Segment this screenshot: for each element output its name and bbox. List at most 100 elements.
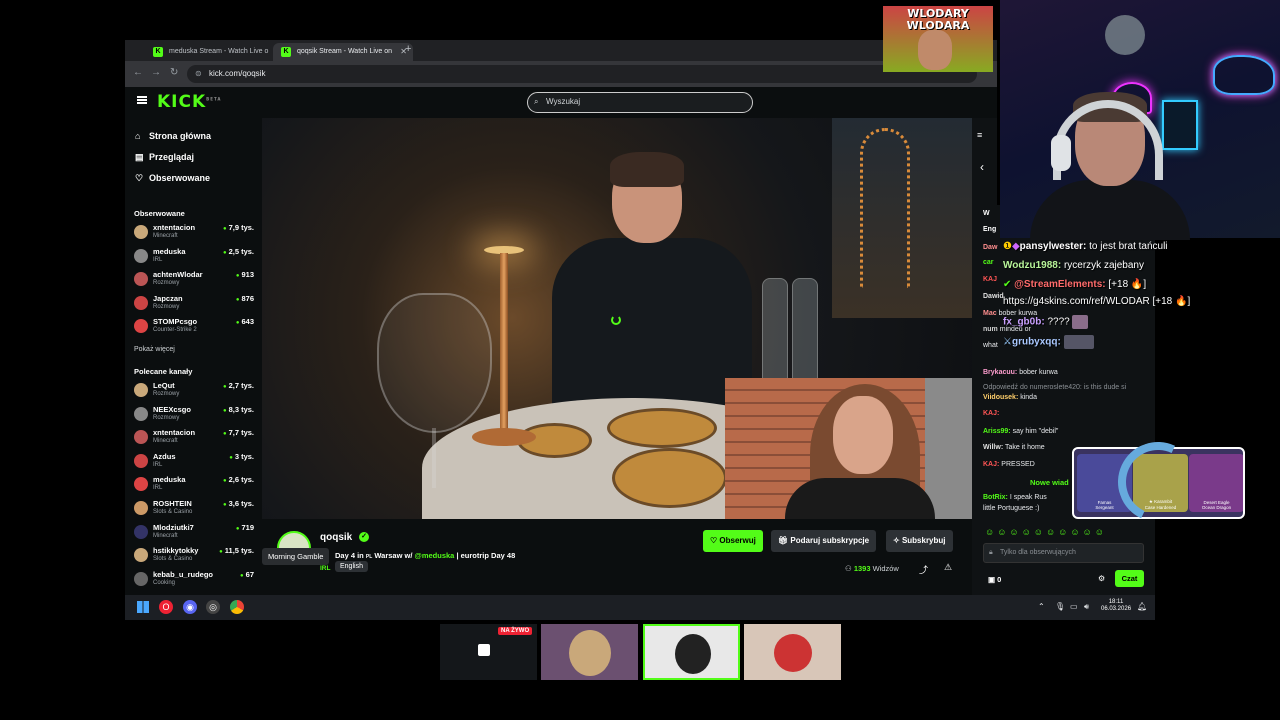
overlay-chat-text: [+18 🔥] (1108, 279, 1147, 290)
language-tag[interactable]: English (335, 561, 368, 572)
video-glass (377, 293, 492, 433)
gear-icon[interactable]: ⚙ (1098, 574, 1105, 583)
thumbnail-face (675, 634, 711, 674)
new-tab-icon[interactable]: + (405, 43, 411, 55)
url-field[interactable]: ⊜ kick.com/qoqsik (187, 65, 977, 83)
chat-message-bot: BotRix: I speak Rus (983, 494, 1047, 501)
volume-icon[interactable]: 🔊︎ (1084, 602, 1089, 612)
chat-user[interactable]: KAJ (983, 276, 997, 283)
chat-user[interactable]: Mac (983, 310, 997, 317)
avatar (134, 501, 148, 515)
chrome-icon[interactable] (230, 600, 244, 614)
tab-meduska[interactable]: K meduska Stream - Watch Live o ✕ (145, 43, 285, 61)
chat-user[interactable]: num (983, 326, 998, 333)
gift-icon: 🎁︎ (778, 536, 791, 545)
channel-item[interactable]: AzdusIRL 3 tys. (134, 452, 256, 474)
collapse-chat-icon[interactable]: ‹ (980, 160, 984, 174)
chat-user[interactable]: Viidousek: (983, 394, 1018, 401)
follow-button[interactable]: ♡ Obserwuj (703, 530, 763, 552)
chat-text: Odpowiedź do numeroslete420: is this dud… (983, 384, 1127, 391)
search-input[interactable]: ⌕ Wyszukaj (527, 92, 753, 113)
channel-category: Minecraft (153, 438, 178, 445)
viewer-count: 2,6 tys. (223, 475, 254, 484)
avatar (134, 524, 148, 539)
nav-following[interactable]: ♡ Obserwowane (135, 173, 210, 184)
streamer-name[interactable]: qoqsik (320, 532, 352, 543)
system-clock[interactable]: 18:11 06.03.2026 (1101, 599, 1131, 613)
microphone-icon[interactable]: 🎙︎ (1055, 602, 1065, 611)
channel-item[interactable]: achtenWlodarRozmowy 913 (134, 270, 256, 292)
nav-home[interactable]: ⌂ Strona główna (135, 131, 211, 141)
gift-subs-button[interactable]: 🎁︎ Podaruj subskrypcje (771, 530, 877, 552)
chat-input[interactable]: 🔒︎ Tylko dla obserwujących (983, 543, 1144, 563)
video-player[interactable] (262, 118, 972, 519)
notification-icon[interactable]: 🔔︎ (1137, 602, 1147, 611)
share-icon[interactable]: ⤴ (919, 563, 928, 576)
chat-user[interactable]: Willw: (983, 444, 1003, 451)
channel-item[interactable]: hstikkytokkySlots & Casino 11,5 tys. (134, 546, 256, 568)
gift-icon: ▣ (988, 575, 998, 584)
opera-icon[interactable]: O (159, 600, 173, 614)
chat-lang-snippet: Eng (983, 226, 997, 233)
kick-logo[interactable]: KICKBETA (157, 92, 221, 112)
tab-qoqsik[interactable]: K qoqsik Stream - Watch Live on ✕ (273, 43, 413, 61)
channel-item[interactable]: JapczanRozmowy 876 (134, 294, 256, 316)
forward-icon[interactable]: → (151, 67, 161, 78)
channel-item[interactable]: meduskaIRL 2,5 tys. (134, 247, 256, 269)
category-link[interactable]: IRL (320, 565, 330, 572)
chat-user[interactable]: KAJ: (983, 410, 999, 417)
video-bowl (612, 448, 727, 508)
channel-item[interactable]: NEEXcsgoRozmowy 8,3 tys. (134, 405, 256, 427)
channel-category: Rozmowy (153, 280, 180, 287)
channel-item[interactable]: meduskaIRL 2,6 tys. (134, 475, 256, 497)
channel-item[interactable]: xntentacionMinecraft 7,9 tys. (134, 223, 256, 245)
logo-text: KICK (157, 92, 207, 112)
chevron-up-icon[interactable]: ⌃ (1038, 602, 1045, 611)
chat-send-button[interactable]: Czat (1115, 570, 1144, 587)
channel-name: NEEXcsgo (153, 404, 191, 414)
chat-user[interactable]: Brykacuu: (983, 369, 1017, 376)
avatar (134, 383, 148, 397)
stream-thumbnail[interactable] (541, 624, 638, 680)
verified-icon: ✓ (359, 532, 369, 542)
overlay-chat-message: Wodzu1988: rycerzyk zajebany (1003, 260, 1144, 271)
channel-category: Rozmowy (153, 303, 180, 310)
back-icon[interactable]: ← (133, 67, 143, 78)
channel-item[interactable]: kebab_u_rudegoCooking 67 (134, 570, 256, 592)
nav-browse[interactable]: ▤ Przeglądaj (135, 152, 194, 163)
network-icon[interactable]: ▭ (1070, 602, 1078, 611)
overlay-chat-user: @StreamElements: (1014, 279, 1106, 290)
reload-icon[interactable]: ↻ (170, 67, 178, 78)
stream-thumbnail-active[interactable] (643, 624, 740, 680)
obs-icon[interactable]: ◎ (206, 600, 220, 614)
channel-name: xntentacion (153, 223, 196, 232)
chat-message: what (983, 342, 998, 349)
viewer-number: 1393 (853, 564, 871, 573)
theatre-mode-icon[interactable]: ≡ (977, 130, 982, 140)
report-icon[interactable]: ⚠ (944, 562, 952, 573)
stream-thumbnail[interactable] (744, 624, 841, 680)
chat-user[interactable]: KAJ: (983, 461, 999, 468)
channel-item[interactable]: ROSHTEINSlots & Casino 3,6 tys. (134, 499, 256, 521)
show-more-link[interactable]: Pokaż więcej (134, 346, 175, 353)
channel-item[interactable]: LeQutRozmowy 2,7 tys. (134, 381, 256, 403)
site-info-icon[interactable]: ⊜ (195, 65, 202, 83)
chat-user[interactable]: car (983, 259, 994, 266)
chat-user[interactable]: Ariss99: (983, 428, 1011, 435)
discord-icon[interactable]: ◉ (183, 600, 197, 614)
menu-icon[interactable] (137, 96, 147, 104)
video-glass-stem (432, 428, 436, 488)
chat-user[interactable]: BotRix: (983, 494, 1008, 501)
emote-bar[interactable]: ☺☺☺☺☺☺☺☺☺☺ (985, 527, 1107, 537)
channel-item[interactable]: Mlodziutki7Minecraft 719 (134, 523, 256, 545)
channel-item[interactable]: xntentacionMinecraft 7,7 tys. (134, 428, 256, 450)
overlay-chat-message: ❶◆pansylwester: to jest brat tańculi (1003, 241, 1168, 252)
subscribe-button[interactable]: ✧ Subskrybuj (886, 530, 953, 552)
tooltip: Morning Gamble (262, 548, 330, 565)
new-messages-banner[interactable]: Nowe wiad (1030, 478, 1069, 487)
chat-user[interactable]: Daw (983, 244, 997, 251)
mention-link[interactable]: @meduska (415, 551, 455, 560)
chat-user[interactable]: Dawid (983, 293, 1004, 300)
windows-start-icon[interactable] (137, 601, 149, 613)
channel-item[interactable]: STOMPcsgoCounter-Strike 2 643 (134, 317, 256, 339)
